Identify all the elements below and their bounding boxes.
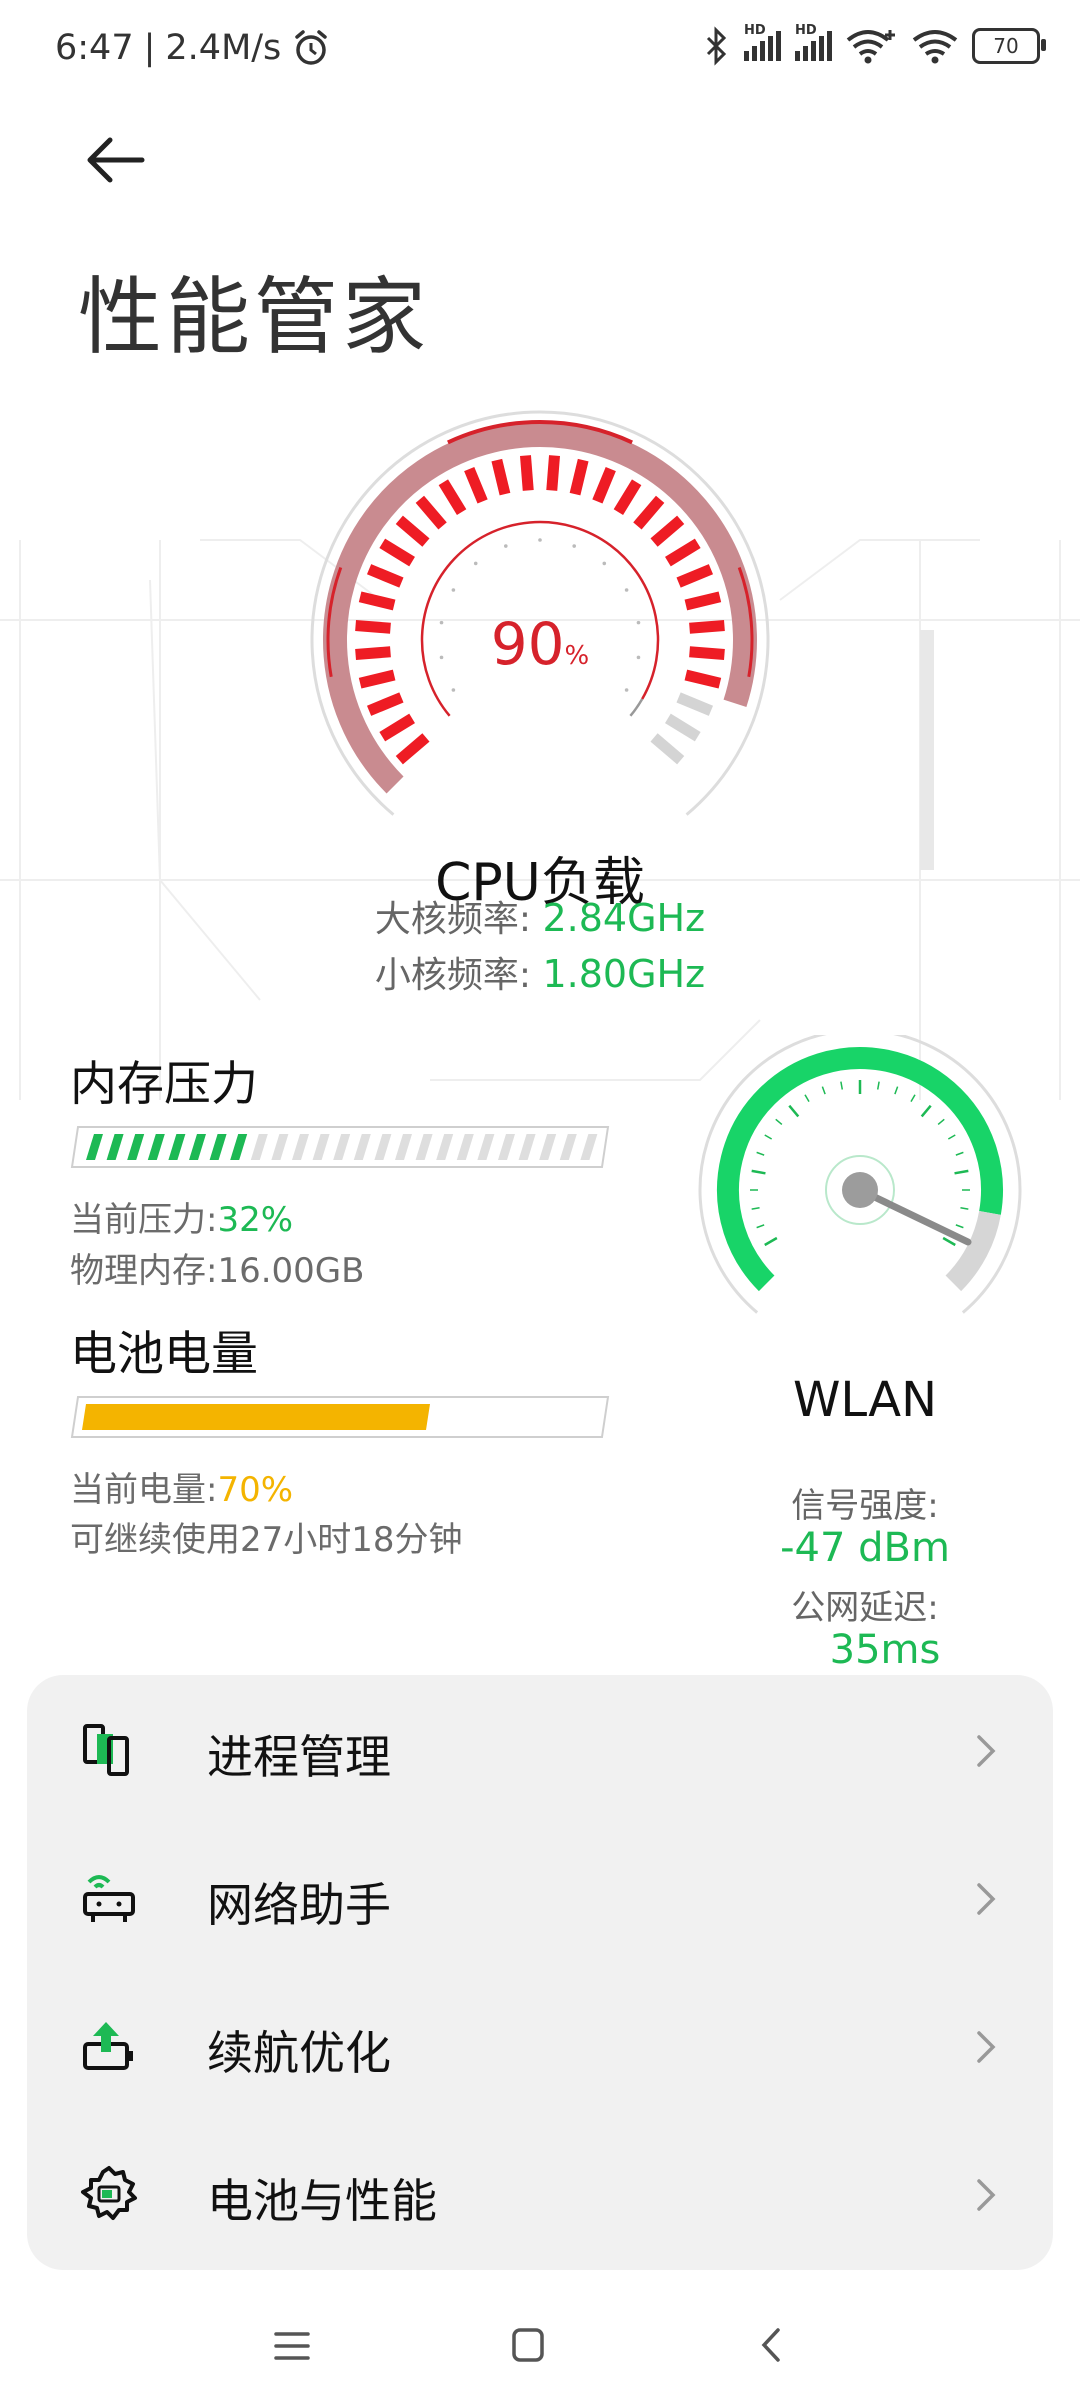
status-net-speed: 2.4M/s: [165, 28, 282, 68]
memory-pressure-value: 32%: [217, 1200, 294, 1240]
wifi-icon: [912, 30, 958, 64]
physical-memory-line: 物理内存:16.00GB: [70, 1243, 364, 1292]
chevron-right-icon: [977, 2179, 996, 2211]
battery-title: 电池电量: [70, 1327, 258, 1382]
cpu-load-segment: [665, 713, 701, 742]
battery-bar-fill: [82, 1404, 430, 1430]
status-right: HD HD 70: [704, 23, 1046, 66]
menu-icon: [274, 2332, 310, 2360]
cpu-load-segment: [613, 479, 642, 515]
physical-memory-value: 16.00GB: [217, 1251, 365, 1291]
battery-boost-icon: [83, 2022, 133, 2070]
status-left: 6:47 | 2.4M/s: [55, 28, 331, 68]
battery-level: 70: [993, 34, 1019, 58]
cpu-load-segment: [366, 564, 404, 588]
cpu-load-segment: [358, 591, 396, 611]
cpu-load-segment: [592, 466, 616, 504]
cpu-load-segment: [676, 692, 714, 716]
cpu-load-segment: [665, 538, 701, 567]
cpu-load-segment: [395, 733, 430, 765]
battery-level-label: 当前电量:: [70, 1470, 218, 1510]
alarm-icon: [295, 30, 328, 65]
chevron-right-icon: [977, 2031, 996, 2063]
cpu-load-segment: [395, 515, 430, 547]
system-nav-bar: [0, 2290, 1080, 2400]
wlan-signal-value: -47 dBm: [780, 1525, 950, 1571]
back-button[interactable]: [80, 130, 150, 190]
bluetooth-icon: [706, 26, 727, 66]
physical-memory-label: 物理内存:: [70, 1251, 218, 1291]
recent-apps-button[interactable]: [262, 2318, 322, 2374]
battery-remaining-text: 可继续使用27小时18分钟: [70, 1520, 463, 1560]
hd-signal-icon: HD: [795, 23, 832, 61]
wlan-signal-label: 信号强度:: [791, 1486, 939, 1526]
battery-level-line: 当前电量:70%: [70, 1462, 293, 1511]
menu-item-battery-performance[interactable]: 电池与性能: [27, 2119, 1053, 2269]
cpu-load-segment: [650, 515, 685, 547]
cpu-load-segment: [491, 458, 511, 496]
menu-item-process-manage[interactable]: 进程管理: [27, 1675, 1053, 1825]
memory-pressure-line: 当前压力:32%: [70, 1192, 293, 1241]
cpu-load-unit: %: [564, 641, 590, 671]
chevron-right-icon: [977, 1883, 996, 1915]
cpu-load-value: 90%: [290, 610, 790, 678]
hd-signal-icon: HD: [744, 23, 781, 61]
memory-pressure-bar: [70, 1126, 610, 1168]
wlan-signal-gauge: [695, 1028, 1035, 1335]
small-core-value: 1.80GHz: [542, 952, 706, 996]
cpu-load-segment: [684, 591, 722, 611]
small-core-label: 小核频率:: [374, 955, 532, 996]
cpu-load-segment: [366, 692, 404, 716]
menu-item-label: 网络助手: [207, 1878, 391, 1932]
gear-battery-icon: [81, 2166, 137, 2220]
process-manage-icon: [83, 1724, 129, 1776]
cpu-load-number: 90: [490, 610, 565, 678]
back-arrow-icon: [87, 137, 145, 183]
wlan-title: WLAN: [792, 1372, 938, 1428]
memory-pressure-label: 当前压力:: [70, 1200, 218, 1240]
network-router-icon: [83, 1875, 135, 1922]
home-button[interactable]: [498, 2318, 558, 2374]
menu-item-label: 进程管理: [207, 1730, 391, 1784]
cpu-load-segment: [520, 455, 534, 491]
cpu-load-segment: [633, 495, 665, 530]
cpu-load-segment: [379, 538, 415, 567]
cpu-load-segment: [676, 564, 714, 588]
big-core-frequency: 大核频率: 2.84GHz: [0, 890, 1080, 942]
wifi-plus-icon: [846, 30, 895, 64]
wlan-latency-value: 35ms: [829, 1627, 941, 1673]
cpu-load-segment: [464, 466, 488, 504]
big-core-value: 2.84GHz: [542, 896, 706, 940]
menu-item-label: 续航优化: [207, 2026, 391, 2080]
back-chevron-icon: [761, 2328, 780, 2362]
big-core-label: 大核频率:: [374, 899, 532, 940]
cpu-load-segment: [438, 479, 467, 515]
status-separator: |: [143, 28, 156, 68]
battery-level-value: 70%: [217, 1470, 294, 1510]
chevron-right-icon: [977, 1735, 996, 1767]
wlan-gauge-graphic: [698, 1028, 1022, 1314]
battery-level-bar: [70, 1396, 610, 1438]
home-square-icon: [512, 2328, 544, 2362]
menu-item-network-assistant[interactable]: 网络助手: [27, 1823, 1053, 1973]
feature-menu-card: 进程管理 网络助手 续航优化 电池与性能: [27, 1675, 1053, 2270]
page-title: 性能管家: [78, 268, 431, 366]
status-time: 6:47: [55, 28, 134, 68]
status-bar: 6:47 | 2.4M/s HD HD 70: [0, 0, 1080, 104]
cpu-load-segment: [569, 458, 589, 496]
memory-title: 内存压力: [70, 1057, 258, 1112]
menu-item-endurance-optimize[interactable]: 续航优化: [27, 1971, 1053, 2121]
cpu-load-segment: [415, 495, 447, 530]
nav-back-button[interactable]: [742, 2318, 802, 2374]
small-core-frequency: 小核频率: 1.80GHz: [0, 946, 1080, 998]
cpu-load-gauge: 90%: [290, 410, 790, 870]
cpu-load-segment: [379, 713, 415, 742]
cpu-load-segment: [650, 733, 685, 765]
cpu-load-segment: [546, 455, 560, 491]
menu-item-label: 电池与性能: [207, 2174, 437, 2228]
battery-icon: 70: [972, 28, 1046, 64]
wlan-latency-label: 公网延迟:: [791, 1588, 939, 1628]
